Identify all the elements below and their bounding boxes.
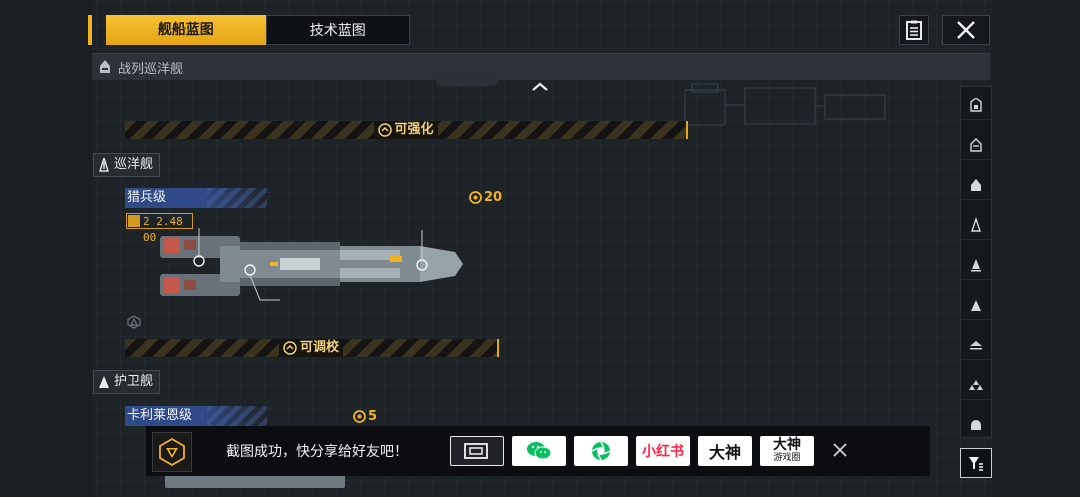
enhance-bar[interactable]: 可强化: [125, 121, 688, 139]
frigate-icon: [99, 376, 109, 388]
cruiser-icon: [99, 158, 109, 172]
dashen-game-sublabel: 游戏圈: [773, 453, 801, 463]
share-wechat-button[interactable]: [512, 436, 566, 466]
ship-model-hunter[interactable]: [160, 222, 470, 304]
left-margin: [0, 0, 92, 497]
tab-ship-blueprint[interactable]: 舰船蓝图: [106, 15, 266, 45]
wechat-icon: [527, 442, 552, 460]
game-logo-icon: [152, 432, 192, 472]
category-cruiser: 巡洋舰: [93, 153, 161, 177]
list-button[interactable]: [899, 15, 929, 45]
ship-name-hunter[interactable]: 猎兵级: [125, 188, 267, 208]
battlecruiser-icon: [970, 138, 982, 152]
category-frigate-label: 护卫舰: [114, 374, 154, 389]
dashen-label: 大神: [708, 443, 741, 462]
cruiser-cost: 20: [469, 190, 502, 205]
chevron-up-circle-icon: [377, 123, 392, 137]
blueprint-token-icon: [353, 410, 366, 423]
ship-model-carlyle[interactable]: [165, 474, 345, 488]
game-logo-icon-shape: [159, 437, 185, 467]
calibrate-caption: 可调校: [299, 340, 340, 355]
ship-name-carlyle[interactable]: 卡利莱恩级: [125, 406, 267, 426]
frigate-cost: 5: [353, 409, 377, 424]
fighter-icon: [969, 380, 983, 390]
auxiliary-icon: [971, 420, 981, 430]
clipboard-list-icon: [906, 20, 922, 40]
ship-name-hunter-label: 猎兵级: [127, 190, 167, 205]
upper-ship-fragment: [436, 78, 498, 86]
rail-corvette[interactable]: [961, 331, 991, 360]
share-screen-button[interactable]: [450, 436, 504, 466]
close-icon: [957, 21, 975, 39]
cruiser-cost-value: 20: [484, 190, 503, 205]
carrier-icon: [970, 98, 982, 112]
blueprint-tabs: 舰船蓝图 技术蓝图: [88, 15, 410, 45]
right-margin: [992, 0, 1080, 497]
category-frigate: 护卫舰: [93, 370, 161, 394]
frigate-icon: [971, 300, 981, 311]
frigate-cost-value: 5: [368, 409, 378, 424]
close-icon: [833, 443, 847, 457]
calibrate-bar[interactable]: 可调校: [125, 339, 499, 357]
screen-share-icon: [464, 443, 488, 459]
battleship-icon: [971, 179, 981, 191]
enhance-caption: 可强化: [394, 122, 434, 137]
share-toast: 截图成功，快分享给好友吧！ 小红书 大神 大神 游戏圈: [146, 426, 930, 476]
destroyer-icon: [971, 259, 981, 272]
rail-destroyer[interactable]: [961, 251, 991, 280]
rail-battleship[interactable]: [961, 171, 991, 200]
share-dashen-button[interactable]: 大神: [698, 436, 752, 466]
close-button[interactable]: [942, 15, 990, 45]
category-cruiser-label: 巡洋舰: [114, 157, 154, 172]
rail-carrier[interactable]: [961, 91, 991, 120]
cruiser-class-icon: [127, 315, 141, 329]
share-dashen-game-button[interactable]: 大神 游戏圈: [760, 436, 814, 466]
rail-frigate[interactable]: [961, 291, 991, 320]
share-message: 截图成功，快分享给好友吧！: [226, 444, 408, 460]
share-xiaohongshu-button[interactable]: 小红书: [636, 436, 690, 466]
battlecruiser-icon: [100, 60, 110, 73]
blueprint-token-icon: [469, 191, 482, 204]
share-moments-button[interactable]: [574, 436, 628, 466]
rail-battlecruiser[interactable]: [961, 131, 991, 160]
rail-auxiliary[interactable]: [961, 411, 991, 439]
rail-fighter[interactable]: [961, 371, 991, 400]
blueprint-schematic: [684, 83, 886, 126]
moments-icon: [591, 441, 611, 461]
section-header: 战列巡洋舰: [92, 53, 990, 80]
share-close-button[interactable]: [832, 438, 848, 464]
ship-type-rail: [960, 86, 992, 438]
enhance-caption-wrap: 可强化: [373, 121, 438, 139]
xiaohongshu-label: 小红书: [642, 444, 684, 460]
calibrate-caption-wrap: 可调校: [278, 339, 344, 357]
corvette-icon: [970, 341, 982, 350]
rail-cruiser[interactable]: [961, 211, 991, 240]
size-icon: [128, 215, 140, 227]
filter-button[interactable]: [960, 448, 992, 478]
filter-icon: [969, 457, 983, 471]
ship-name-carlyle-label: 卡利莱恩级: [127, 408, 193, 423]
dashen-game-label: 大神: [773, 437, 801, 453]
cruiser-icon: [971, 218, 981, 232]
tab-tech-blueprint[interactable]: 技术蓝图: [265, 15, 410, 45]
chevron-up-circle-icon: [283, 341, 297, 355]
section-title: 战列巡洋舰: [118, 62, 184, 77]
chevron-up-icon[interactable]: [531, 82, 549, 92]
